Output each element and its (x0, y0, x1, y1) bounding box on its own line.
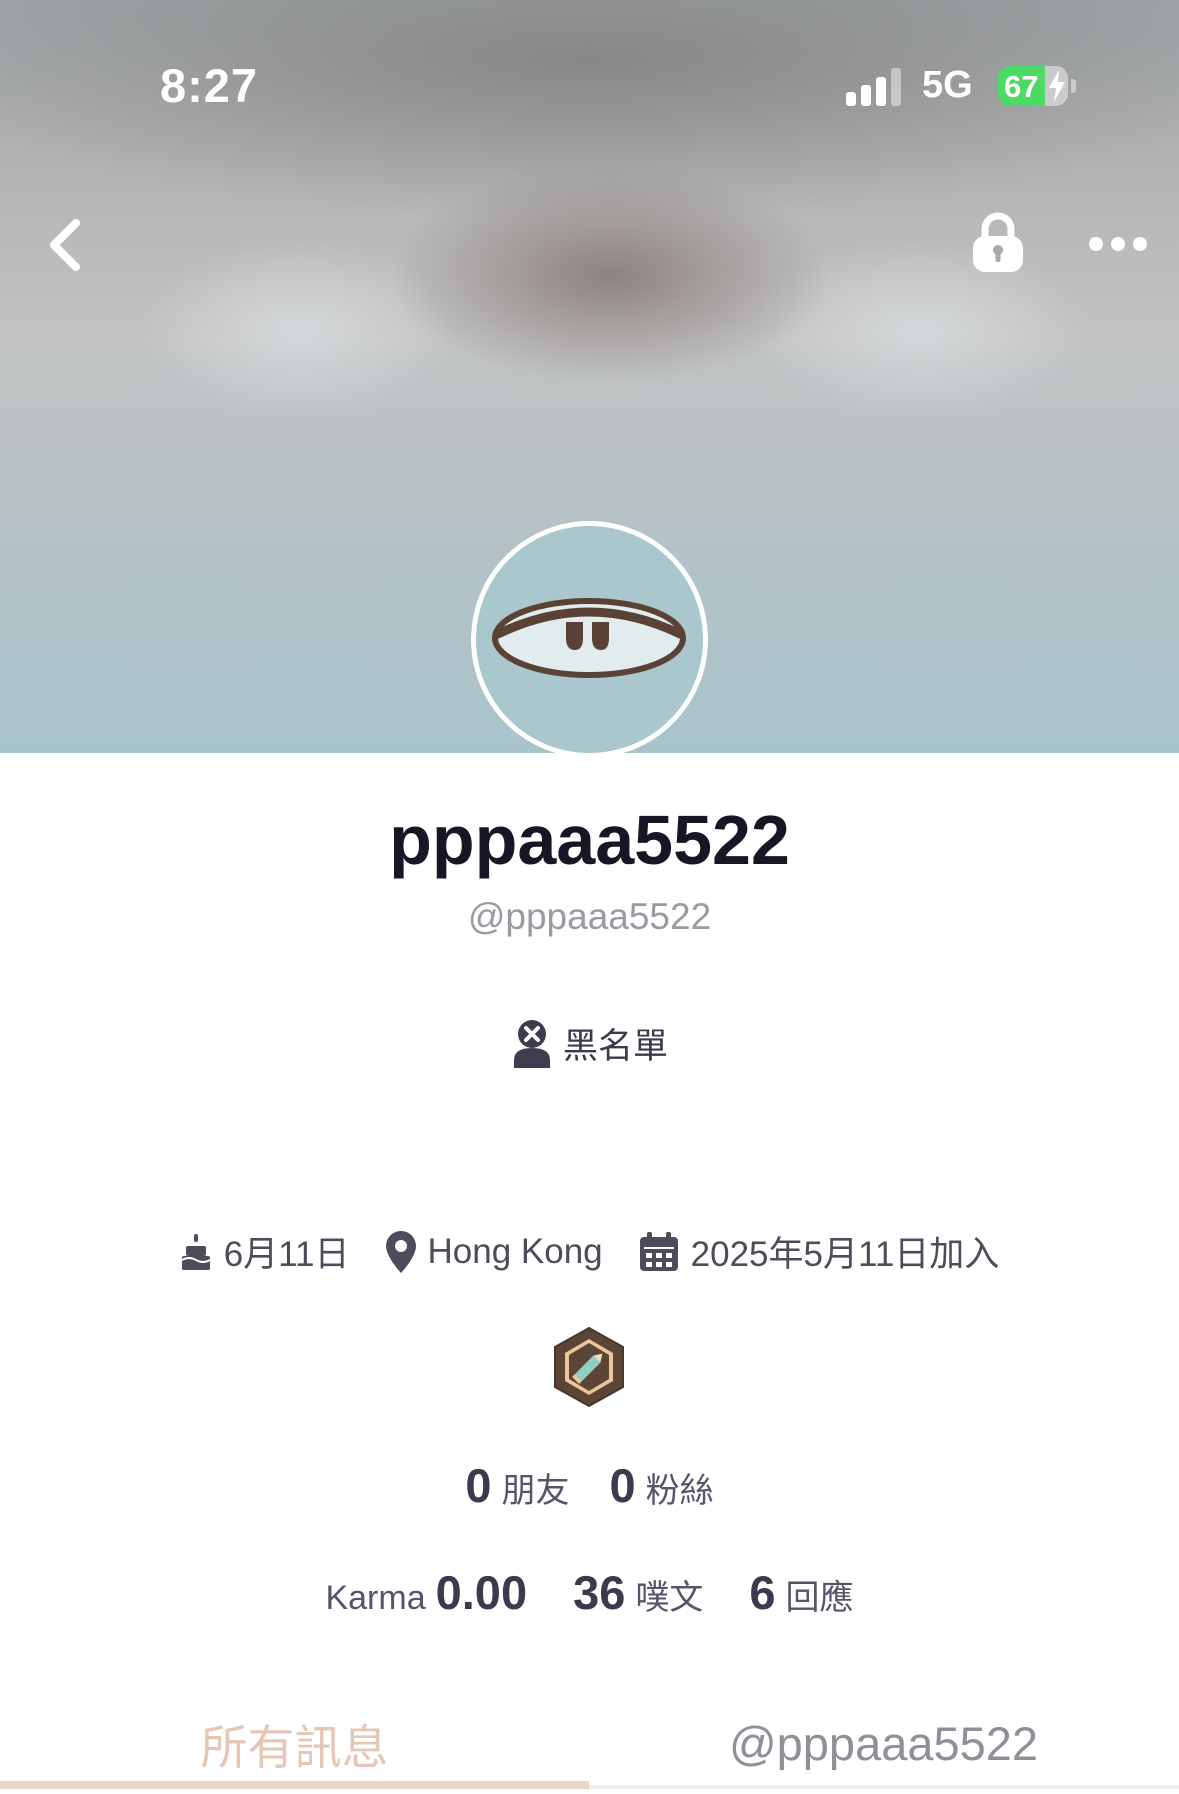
user-handle: @pppaaa5522 (467, 896, 712, 937)
blacklist-button[interactable]: 黑名單 (0, 1018, 1179, 1069)
display-name: pppaaa5522 (389, 801, 790, 879)
birthday-text: 6月11日 (223, 1235, 350, 1274)
calendar-icon (639, 1231, 678, 1271)
profile-meta: 6月11日 Hong Kong 2025年5月11日加入 (0, 1226, 1179, 1277)
network-type: 5G (922, 64, 973, 106)
more-icon[interactable] (1088, 226, 1148, 262)
activity-stats: Karma 0.00 36 噗文 6 回應 (0, 1565, 1179, 1620)
eye-avatar-icon (492, 598, 686, 678)
fans-count[interactable]: 0 粉絲 (610, 1458, 714, 1513)
charging-bolt-icon (1049, 70, 1065, 102)
tab-divider (589, 1785, 1179, 1789)
plurks-stat[interactable]: 36 噗文 (573, 1565, 703, 1620)
location-text: Hong Kong (427, 1231, 603, 1271)
fans-value: 0 (609, 1459, 636, 1512)
karma-stat: Karma 0.00 (325, 1565, 527, 1620)
karma-label: Karma (325, 1579, 426, 1617)
active-tab-indicator (0, 1781, 589, 1789)
signal-strength-icon (846, 68, 904, 106)
pencil-badge-icon[interactable] (552, 1326, 626, 1408)
blacklist-label: 黑名單 (562, 1027, 668, 1067)
back-icon[interactable] (40, 215, 90, 275)
location: Hong Kong (385, 1230, 603, 1273)
karma-value: 0.00 (435, 1566, 528, 1619)
responses-value: 6 (749, 1566, 776, 1619)
battery-cap (1071, 79, 1076, 93)
joined-date: 2025年5月11日加入 (639, 1226, 1000, 1277)
responses-label: 回應 (785, 1579, 854, 1617)
cake-icon (181, 1233, 211, 1270)
plurks-label: 噗文 (635, 1579, 704, 1617)
friends-label: 朋友 (501, 1472, 570, 1510)
profile-tabs: 所有訊息 @pppaaa5522 (0, 1698, 1179, 1794)
joined-text: 2025年5月11日加入 (690, 1235, 1000, 1274)
tab-mentions[interactable]: @pppaaa5522 (589, 1698, 1178, 1788)
avatar[interactable] (471, 521, 708, 758)
responses-stat[interactable]: 6 回應 (749, 1565, 853, 1620)
friends-value: 0 (465, 1459, 492, 1512)
birthday: 6月11日 (180, 1226, 350, 1277)
lock-icon[interactable] (970, 210, 1026, 276)
status-time: 8:27 (160, 59, 259, 112)
fans-label: 粉絲 (645, 1472, 714, 1510)
location-pin-icon (385, 1230, 416, 1273)
blocked-user-icon (513, 1019, 550, 1068)
tab-all-messages[interactable]: 所有訊息 (0, 1698, 589, 1788)
plurks-value: 36 (573, 1566, 626, 1619)
friends-count[interactable]: 0 朋友 (465, 1458, 569, 1513)
battery-percent: 67 (1004, 69, 1039, 104)
social-counts: 0 朋友 0 粉絲 (0, 1458, 1179, 1513)
